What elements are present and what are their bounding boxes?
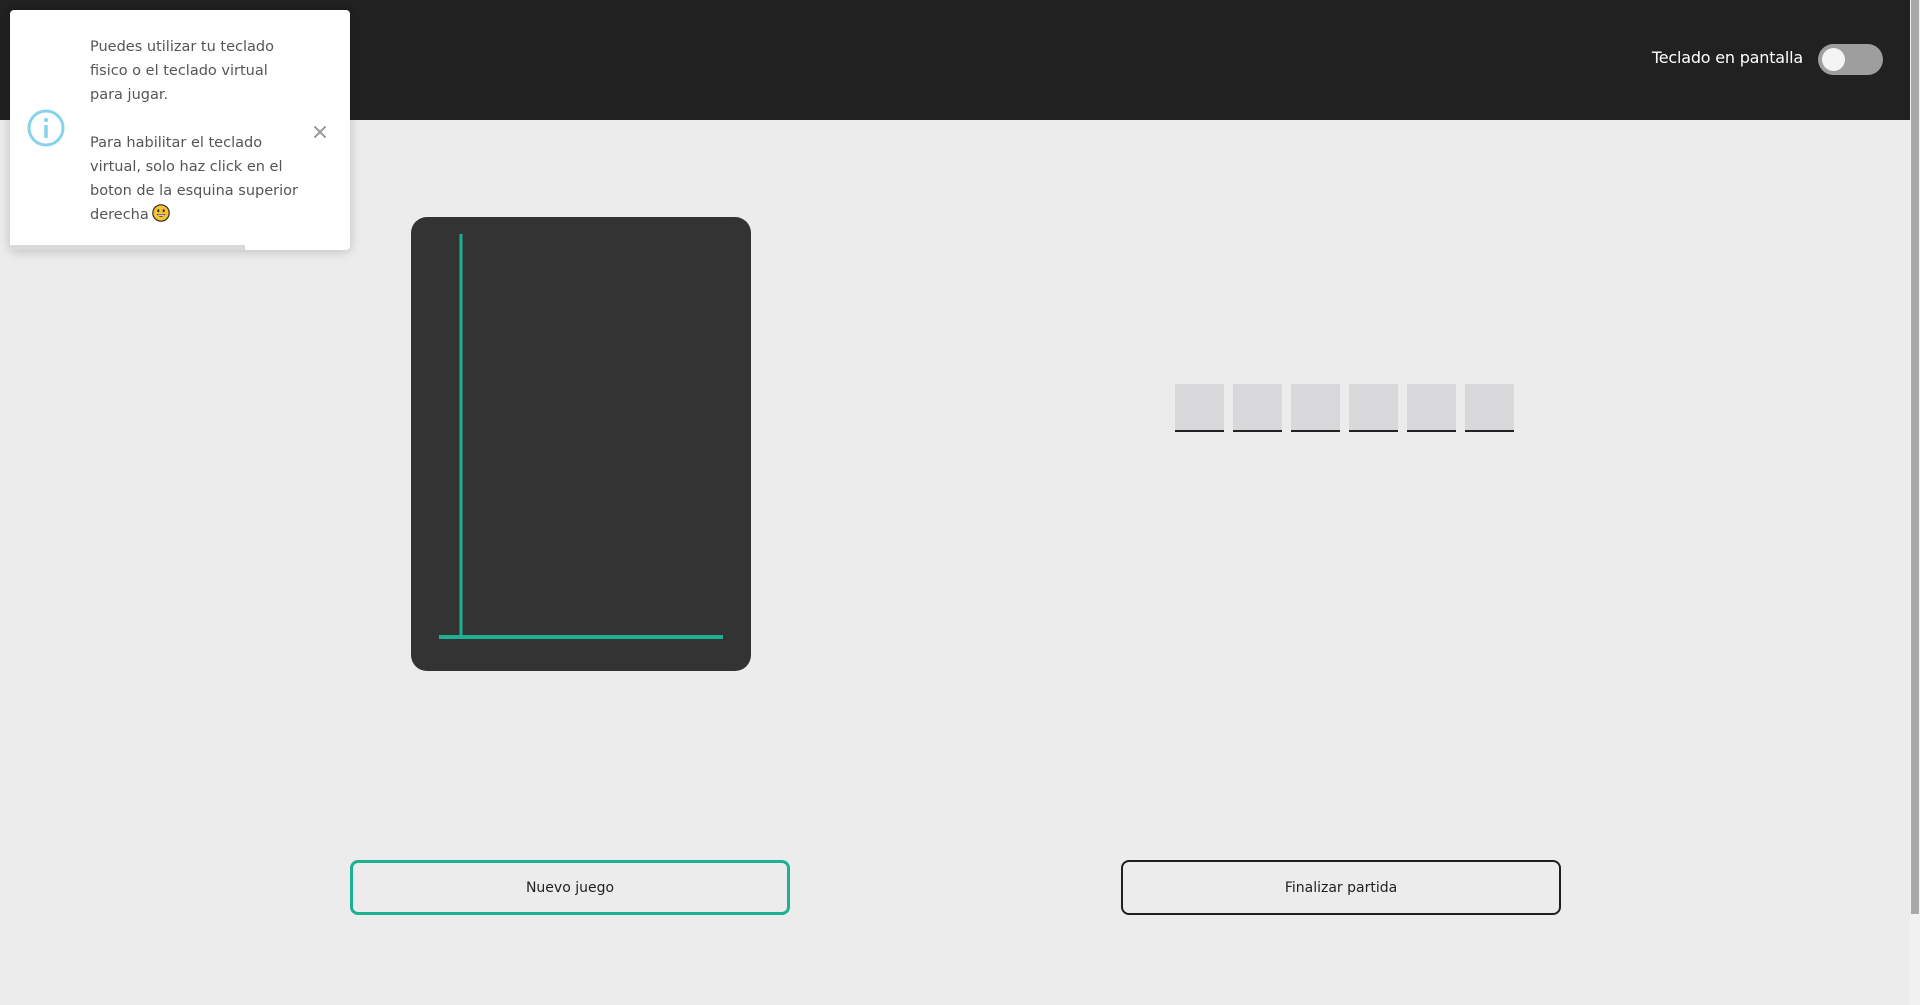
hangman-board (411, 217, 751, 671)
toast-line-2: Para habilitar el teclado virtual, solo … (90, 131, 305, 227)
scrollbar[interactable] (1910, 0, 1920, 1005)
letter-slot (1349, 384, 1398, 432)
word-slots (1175, 384, 1514, 432)
close-icon[interactable] (310, 122, 330, 142)
new-game-button[interactable]: Nuevo juego (350, 860, 790, 915)
letter-slot (1407, 384, 1456, 432)
toggle-knob (1822, 48, 1845, 71)
letter-slot (1175, 384, 1224, 432)
end-game-button[interactable]: Finalizar partida (1121, 860, 1561, 915)
scrollbar-thumb[interactable] (1911, 0, 1919, 914)
info-toast: Puedes utilizar tu teclado fisico o el t… (10, 10, 350, 250)
app-root: Teclado en pantalla Puedes utilizar tu t… (0, 0, 1920, 1005)
hangman-drawing (439, 234, 723, 639)
toast-line-2-text: Para habilitar el teclado virtual, solo … (90, 135, 298, 223)
toast-message: Puedes utilizar tu teclado fisico o el t… (90, 35, 305, 227)
toast-line-1: Puedes utilizar tu teclado fisico o el t… (90, 39, 274, 103)
keyboard-toggle[interactable] (1818, 44, 1883, 75)
letter-slot (1291, 384, 1340, 432)
info-icon (27, 109, 65, 147)
letter-slot (1465, 384, 1514, 432)
keyboard-toggle-label: Teclado en pantalla (1651, 48, 1803, 67)
grinning-face-icon (151, 204, 170, 222)
toast-progress-bar (10, 245, 245, 250)
letter-slot (1233, 384, 1282, 432)
